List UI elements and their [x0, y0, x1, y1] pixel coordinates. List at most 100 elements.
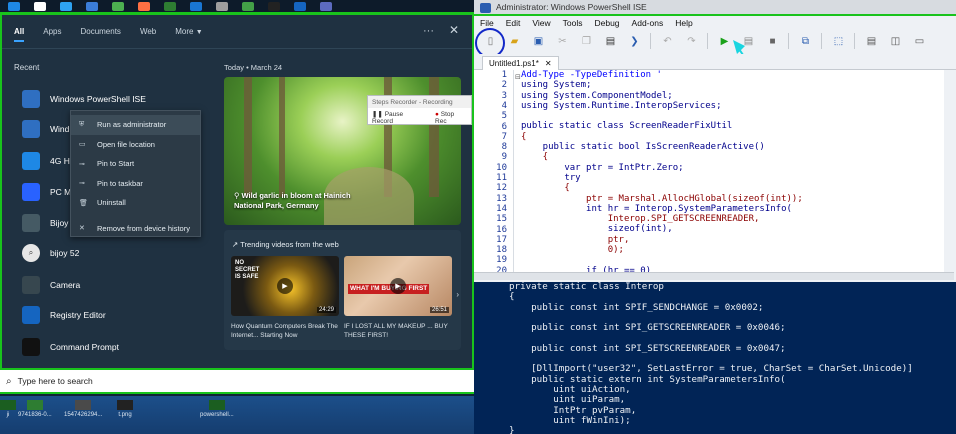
chrome-icon[interactable]: [242, 1, 254, 11]
open-folder-icon[interactable]: ▰: [506, 33, 523, 50]
pane-splitter[interactable]: [474, 272, 954, 280]
close-icon[interactable]: ✕: [449, 23, 459, 37]
cut-icon[interactable]: ✂: [554, 33, 571, 50]
recent-item[interactable]: Registry Editor: [22, 303, 212, 327]
pause-record-button[interactable]: ❚❚ Pause Record: [372, 110, 425, 125]
desktop-icon[interactable]: powershell...: [200, 400, 234, 418]
tab-more-label: More: [175, 27, 194, 36]
stop-record-button[interactable]: ● Stop Rec: [435, 111, 467, 125]
undo-icon[interactable]: ↶: [659, 33, 676, 50]
script-code[interactable]: Add-Type -TypeDefinition ' using System; u…: [521, 70, 951, 272]
menu-file[interactable]: File: [480, 18, 494, 28]
menu-addons[interactable]: Add-ons: [632, 18, 664, 28]
recent-item[interactable]: Windows PowerShell ISE: [22, 87, 212, 111]
menu-view[interactable]: View: [532, 18, 550, 28]
editor-scrollbar[interactable]: [944, 70, 956, 272]
context-menu-item[interactable]: ⊸ Pin to taskbar: [71, 174, 200, 194]
app-icon[interactable]: [216, 1, 228, 11]
video-overlay-text: NO SECRET IS SAFE: [235, 260, 260, 280]
collapse-icon[interactable]: ⊟: [515, 73, 521, 81]
context-menu-item[interactable]: ⛨ Run as administrator: [71, 115, 200, 135]
tab-apps[interactable]: Apps: [43, 27, 61, 40]
desktop-icon-label: ji: [6, 412, 10, 418]
close-tab-icon[interactable]: ✕: [545, 59, 552, 68]
desktop-icon[interactable]: ji: [0, 400, 16, 418]
console-line: uint fWinIni);: [509, 414, 631, 426]
menu-tools[interactable]: Tools: [563, 18, 583, 28]
recent-item[interactable]: Command Prompt: [22, 335, 212, 359]
context-menu-item[interactable]: ⊸ Pin to Start: [71, 154, 200, 174]
recent-item[interactable]: ⌕ bijoy 52: [22, 241, 212, 265]
toolbar-separator: [854, 33, 855, 49]
menu-edit[interactable]: Edit: [506, 18, 521, 28]
remote-powershell-icon[interactable]: ⧉: [797, 33, 814, 50]
save-icon[interactable]: ▣: [530, 33, 547, 50]
line-number: 9: [501, 152, 507, 163]
chrome-icon[interactable]: [112, 1, 124, 11]
recent-item[interactable]: Camera: [22, 273, 212, 297]
stop-record-label: Stop Rec: [435, 110, 455, 125]
copy-icon[interactable]: ❐: [578, 33, 595, 50]
tab-documents[interactable]: Documents: [80, 27, 120, 40]
taskbar-search-box[interactable]: ⌕ Type here to search: [0, 370, 474, 394]
context-menu-item[interactable]: 🗑 Uninstall: [71, 193, 200, 213]
redo-icon[interactable]: ↷: [683, 33, 700, 50]
context-menu-item[interactable]: ▭ Open file location: [71, 135, 200, 155]
steps-recorder-title: Steps Recorder - Recording: [368, 96, 471, 108]
vscode-icon[interactable]: [190, 1, 202, 11]
code-line: {: [521, 152, 549, 163]
video-thumbnail[interactable]: NO SECRET IS SAFE ▶ 24:29: [231, 256, 339, 316]
menu-bar: File Edit View Tools Debug Add-ons Help: [474, 16, 956, 30]
app-icon[interactable]: [164, 1, 176, 11]
paste-icon[interactable]: ▤: [602, 33, 619, 50]
more-options-icon[interactable]: ···: [423, 25, 434, 37]
file-thumbnail-icon: [0, 400, 16, 410]
tab-more[interactable]: More ▼: [175, 27, 202, 40]
desktop-icon[interactable]: 1547426294...: [64, 400, 102, 418]
close-icon: ✕: [79, 225, 85, 233]
pause-record-label: Pause Record: [372, 111, 404, 125]
video-thumbnail[interactable]: WHAT I'M BUYING FIRST ▶ 26:51: [344, 256, 452, 316]
tree-trunk: [279, 77, 285, 197]
line-number: 7: [501, 131, 507, 142]
tab-all[interactable]: All: [14, 27, 25, 42]
trash-icon: 🗑: [79, 199, 88, 207]
desktop-icon[interactable]: t.png: [117, 400, 133, 418]
app-icon[interactable]: [86, 1, 98, 11]
context-menu: ⛨ Run as administrator ▭ Open file location…: [70, 110, 201, 237]
play-icon: ▶: [277, 278, 293, 294]
start-powershell-icon[interactable]: ⬚: [830, 33, 847, 50]
edge-icon[interactable]: [60, 1, 72, 11]
app-icon[interactable]: [320, 1, 332, 11]
chevron-right-icon[interactable]: ›: [456, 290, 459, 299]
script-editor[interactable]: 1 2 3 4 5 6 7 8 9 10 11 12 13 14 15 16 17 18 19 20 ⊟ Add-Ty…: [474, 70, 954, 272]
desktop-icon-label: powershell...: [200, 412, 234, 418]
file-thumbnail-icon: [26, 400, 43, 410]
line-number: 15: [496, 214, 507, 225]
firefox-icon[interactable]: [138, 1, 150, 11]
show-script-pane-top-icon[interactable]: ▤: [863, 33, 880, 50]
console-pane[interactable]: private static class Interop{ public con…: [474, 282, 956, 434]
photoshop-icon[interactable]: [294, 1, 306, 11]
powershell-console-icon[interactable]: ❯: [626, 33, 643, 50]
tab-web[interactable]: Web: [140, 27, 156, 40]
context-menu-label: Open file location: [97, 139, 155, 149]
terminal-icon[interactable]: [268, 1, 280, 11]
menu-debug[interactable]: Debug: [594, 18, 619, 28]
desktop-icon[interactable]: 9741836-0...: [18, 400, 52, 418]
video-duration: 26:51: [429, 307, 449, 313]
code-line: ptr = Marshal.AllocHGlobal(sizeof(int));: [521, 193, 803, 204]
line-number: 17: [496, 234, 507, 245]
video-title[interactable]: How Quantum Computers Break The Internet…: [231, 322, 341, 340]
show-script-pane-max-icon[interactable]: ▭: [911, 33, 928, 50]
search-icon[interactable]: [8, 1, 20, 11]
editor-tab[interactable]: Untitled1.ps1* ✕: [482, 56, 559, 70]
task-view-icon[interactable]: [34, 1, 46, 11]
video-title[interactable]: IF I LOST ALL MY MAKEUP ... BUY THESE FI…: [344, 322, 454, 340]
menu-help[interactable]: Help: [675, 18, 692, 28]
toolbar: ▯ ▰ ▣ ✂ ❐ ▤ ❯ ↶ ↷ ▶ ▤ ■ ⧉ ⬚ ▤ ◫ ▭: [474, 30, 956, 52]
divider: [2, 48, 472, 49]
console-line: private static class Interop: [509, 282, 664, 292]
context-menu-item[interactable]: ✕ Remove from device history: [71, 219, 200, 239]
show-script-pane-right-icon[interactable]: ◫: [887, 33, 904, 50]
